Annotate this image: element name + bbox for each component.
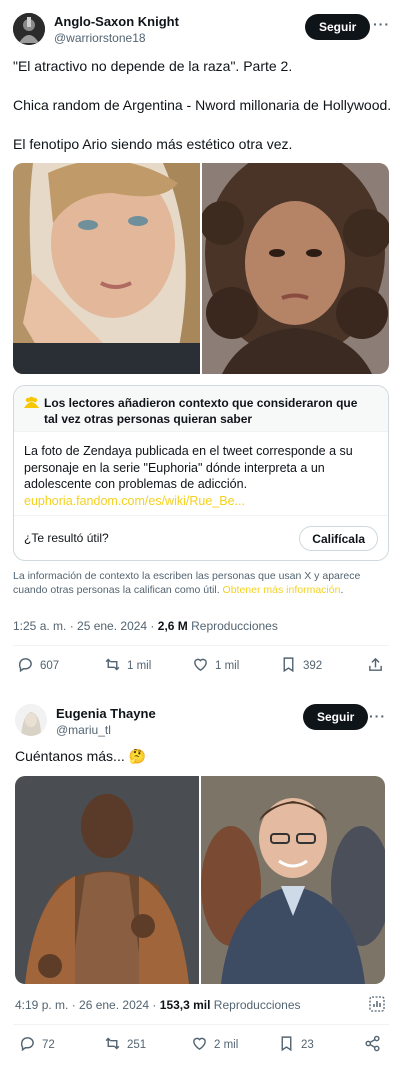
people-icon bbox=[24, 396, 39, 414]
share-button[interactable] bbox=[367, 656, 384, 678]
community-note-title: Los lectores añadieron contexto que cons… bbox=[44, 396, 358, 426]
photo-man-sweater[interactable] bbox=[15, 776, 199, 984]
tweet-text-line-1: "El atractivo no depende de la raza". Pa… bbox=[13, 58, 293, 74]
follow-button[interactable]: Seguir bbox=[303, 704, 369, 730]
bookmark-button[interactable]: 23 bbox=[278, 1035, 314, 1055]
views-count: 2,6 M bbox=[157, 619, 188, 633]
community-note-link[interactable]: euphoria.fandom.com/es/wiki/Rue_Be... bbox=[24, 494, 245, 508]
divider bbox=[13, 645, 389, 646]
community-note-body: La foto de Zendaya publicada en el tweet… bbox=[24, 443, 374, 509]
retweet-icon bbox=[104, 1035, 121, 1055]
share-icon bbox=[367, 657, 384, 677]
share-icon bbox=[364, 1035, 381, 1056]
views-count: 153,3 mil bbox=[159, 998, 211, 1012]
like-count: 2 mil bbox=[214, 1039, 239, 1051]
views-label: Reproducciones bbox=[187, 619, 278, 633]
like-button[interactable]: 1 mil bbox=[192, 656, 239, 676]
tweet-1: Anglo-Saxon Knight @warriorstone18 Segui… bbox=[0, 0, 400, 690]
bookmark-button[interactable]: 392 bbox=[280, 656, 322, 676]
heart-icon bbox=[192, 656, 209, 676]
tweet-meta: 1:25 a. m. · 25 ene. 2024 · 2,6 M Reprod… bbox=[13, 619, 278, 633]
timestamp[interactable]: 1:25 a. m. · 25 ene. 2024 · bbox=[13, 619, 158, 633]
avatar[interactable] bbox=[13, 13, 45, 45]
reply-button[interactable]: 72 bbox=[19, 1035, 55, 1055]
follow-button[interactable]: Seguir bbox=[305, 14, 371, 40]
action-bar: 72 251 2 mil 23 bbox=[0, 1035, 400, 1059]
tweet-text: Cuéntanos más... 🤔 bbox=[15, 748, 147, 764]
bookmark-count: 23 bbox=[301, 1039, 314, 1051]
community-note-text: La foto de Zendaya publicada en el tweet… bbox=[24, 444, 353, 491]
community-note-header: Los lectores añadieron contexto que cons… bbox=[14, 386, 388, 432]
timestamp[interactable]: 4:19 p. m. · 26 ene. 2024 · bbox=[15, 998, 160, 1012]
author-handle[interactable]: @mariu_tl bbox=[56, 723, 111, 737]
divider bbox=[14, 515, 388, 516]
views-label: Reproducciones bbox=[210, 998, 301, 1012]
like-count: 1 mil bbox=[215, 660, 240, 672]
reply-count: 72 bbox=[42, 1039, 55, 1051]
divider bbox=[13, 1024, 389, 1025]
reply-icon bbox=[19, 1035, 36, 1055]
retweet-count: 1 mil bbox=[127, 660, 152, 672]
author-handle[interactable]: @warriorstone18 bbox=[54, 31, 146, 45]
rate-button[interactable]: Califícala bbox=[299, 526, 378, 551]
avatar[interactable] bbox=[15, 704, 47, 736]
share-button[interactable] bbox=[364, 1035, 381, 1057]
community-note: Los lectores añadieron contexto que cons… bbox=[13, 385, 389, 561]
bookmark-icon bbox=[278, 1035, 295, 1055]
tweet-media[interactable] bbox=[15, 776, 385, 984]
tweet-meta: 4:19 p. m. · 26 ene. 2024 · 153,3 mil Re… bbox=[15, 998, 301, 1012]
author-name[interactable]: Eugenia Thayne bbox=[56, 706, 156, 721]
photo-blonde-woman[interactable] bbox=[13, 163, 200, 374]
retweet-button[interactable]: 1 mil bbox=[104, 656, 151, 676]
bookmark-count: 392 bbox=[303, 660, 323, 672]
helpful-question: ¿Te resultó útil? bbox=[24, 531, 109, 545]
tweet-text-line-2: Chica random de Argentina - Nword millon… bbox=[13, 97, 392, 113]
reply-button[interactable]: 607 bbox=[17, 656, 59, 676]
like-button[interactable]: 2 mil bbox=[191, 1035, 238, 1055]
tweet-media[interactable] bbox=[13, 163, 389, 374]
reply-icon bbox=[17, 656, 34, 676]
retweet-icon bbox=[104, 656, 121, 676]
action-bar: 607 1 mil 1 mil 392 bbox=[0, 656, 400, 680]
heart-icon bbox=[191, 1035, 208, 1055]
retweet-count: 251 bbox=[127, 1039, 147, 1051]
reply-count: 607 bbox=[40, 660, 60, 672]
retweet-button[interactable]: 251 bbox=[104, 1035, 146, 1055]
photo-man-suit[interactable] bbox=[201, 776, 385, 984]
tweet-2: Eugenia Thayne @mariu_tl Seguir ··· Cuén… bbox=[0, 690, 400, 1070]
more-options-icon[interactable]: ··· bbox=[369, 708, 386, 724]
bookmark-icon bbox=[280, 656, 297, 676]
photo-dark-haired-woman[interactable] bbox=[202, 163, 389, 374]
tweet-text-line-3: El fenotipo Ario siendo más estético otr… bbox=[13, 136, 293, 152]
more-info-link[interactable]: Obtener más información bbox=[223, 584, 341, 596]
context-disclaimer: La información de contexto la escriben l… bbox=[13, 570, 361, 596]
more-options-icon[interactable]: ··· bbox=[373, 16, 390, 32]
analytics-icon[interactable] bbox=[369, 996, 385, 1017]
author-name[interactable]: Anglo-Saxon Knight bbox=[54, 14, 179, 29]
